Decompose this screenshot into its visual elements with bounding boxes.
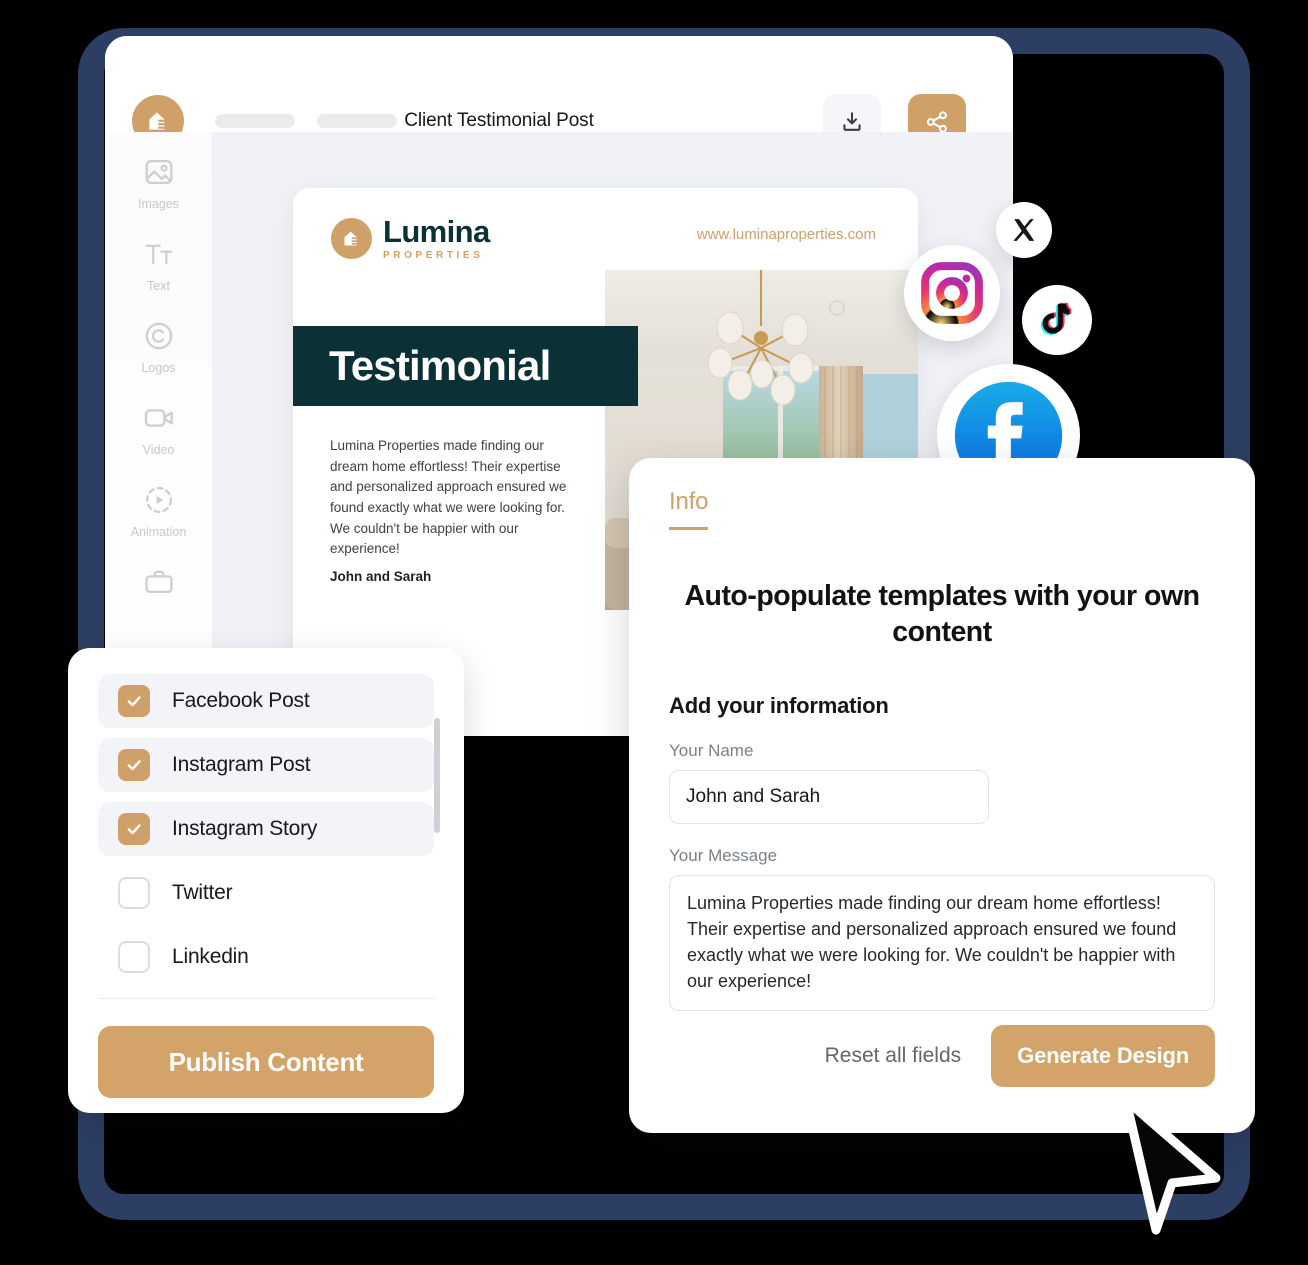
sidebar-item-text[interactable]: Text (105, 236, 212, 293)
checkbox-unchecked-icon[interactable] (118, 941, 150, 973)
checkbox-checked-icon[interactable] (118, 813, 150, 845)
text-icon (141, 236, 177, 272)
sidebar-item-more[interactable] (105, 564, 212, 600)
sidebar-item-images[interactable]: Images (105, 154, 212, 211)
checklist-item-twitter[interactable]: Twitter (98, 866, 434, 920)
sidebar-item-logos[interactable]: Logos (105, 318, 212, 375)
template-brand-subtitle: PROPERTIES (383, 250, 484, 261)
sidebar-label-animation: Animation (130, 525, 187, 539)
generate-design-button[interactable]: Generate Design (991, 1025, 1215, 1087)
checkbox-checked-icon[interactable] (118, 749, 150, 781)
tiktok-icon[interactable] (1022, 285, 1092, 355)
template-author: John and Sarah (330, 569, 432, 584)
template-brand: Lumina PROPERTIES (331, 216, 490, 261)
checklist-item-instagram-post[interactable]: Instagram Post (98, 738, 434, 792)
briefcase-icon (141, 564, 177, 600)
message-field[interactable]: Lumina Properties made finding our dream… (669, 874, 1215, 1011)
checklist-item-facebook-post[interactable]: Facebook Post (98, 674, 434, 728)
reset-all-fields-button[interactable]: Reset all fields (825, 1044, 962, 1068)
sidebar-label-logos: Logos (141, 361, 176, 375)
name-field-label: Your Name (669, 740, 754, 760)
template-banner-heading: Testimonial (329, 342, 551, 389)
tool-rail: Images Text Logos Video Animation (105, 132, 213, 736)
house-logo-icon (331, 218, 372, 259)
copyright-logo-icon (141, 318, 177, 354)
checkbox-checked-icon[interactable] (118, 685, 150, 717)
template-website-url: www.luminaproperties.com (696, 226, 876, 243)
sidebar-item-animation[interactable]: Animation (105, 482, 212, 539)
checklist-item-linkedin[interactable]: Linkedin (98, 930, 434, 984)
publish-channels-panel: Facebook Post Instagram Post Instagram S… (68, 648, 464, 1113)
sidebar-item-video[interactable]: Video (105, 400, 212, 457)
info-panel: Info Auto-populate templates with your o… (629, 458, 1255, 1133)
video-camera-icon (141, 400, 177, 436)
image-icon (141, 154, 177, 190)
mouse-cursor-icon (1112, 1090, 1228, 1250)
checklist-label: Linkedin (172, 945, 249, 968)
info-section-heading: Add your information (669, 692, 889, 718)
checklist-label: Instagram Story (172, 817, 318, 840)
app-header: Client Testimonial Post (105, 36, 1013, 150)
info-panel-title: Auto-populate templates with your own co… (684, 580, 1200, 649)
checkbox-unchecked-icon[interactable] (118, 877, 150, 909)
checklist-label: Twitter (172, 881, 233, 904)
tab-info[interactable]: Info (669, 488, 708, 530)
sidebar-label-text: Text (147, 279, 170, 293)
screenshot-stage: Client Testimonial Post Images Text Logo… (0, 0, 1308, 1265)
divider (98, 998, 434, 999)
checklist-label: Facebook Post (172, 689, 310, 712)
template-body-text: Lumina Properties made finding our dream… (330, 438, 567, 557)
info-panel-actions: Reset all fields Generate Design (825, 1025, 1215, 1087)
instagram-icon[interactable] (904, 245, 1000, 341)
checklist-item-instagram-story[interactable]: Instagram Story (98, 802, 434, 856)
message-field-label: Your Message (669, 845, 778, 865)
checklist-scrollbar[interactable] (434, 718, 440, 833)
x-twitter-icon[interactable] (996, 202, 1052, 258)
template-brand-name: Lumina (383, 214, 490, 249)
checklist-label: Instagram Post (172, 753, 311, 776)
name-field[interactable]: John and Sarah (669, 769, 989, 824)
sidebar-label-images: Images (138, 197, 179, 211)
sidebar-label-video: Video (142, 443, 175, 457)
publish-content-button[interactable]: Publish Content (98, 1026, 434, 1098)
animation-play-icon (141, 482, 177, 518)
template-banner: Testimonial (293, 326, 638, 406)
